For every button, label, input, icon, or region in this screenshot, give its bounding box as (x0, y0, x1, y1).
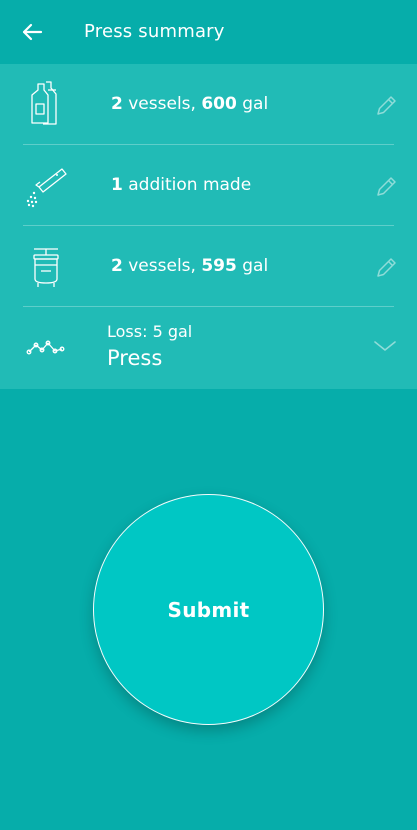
vessels-label: vessels, (122, 94, 202, 114)
press-unit: gal (236, 256, 269, 276)
pencil-icon (377, 96, 396, 115)
press-count: 2 (111, 256, 123, 276)
edit-additions-button[interactable] (370, 169, 404, 203)
vessels-summary-text: 2 vessels, 600 gal (111, 93, 268, 115)
chevron-down-icon (374, 341, 396, 351)
list-item-loss[interactable]: Loss: 5 gal Press (0, 307, 417, 389)
vessels-icon (31, 81, 57, 125)
additions-label: addition made (122, 175, 252, 195)
press-amount: 595 (201, 256, 237, 276)
addition-icon (26, 168, 67, 208)
submit-button[interactable]: Submit (93, 494, 324, 725)
vessels-count: 2 (111, 94, 123, 114)
list-item-vessels: 2 vessels, 600 gal (0, 64, 417, 145)
edit-press-button[interactable] (370, 250, 404, 284)
press-icon (33, 248, 59, 287)
press-label: vessels, (122, 256, 202, 276)
list-item-press: 2 vessels, 595 gal (0, 226, 417, 307)
row-icon-wrapper (22, 161, 70, 209)
line-graph-icon (26, 340, 65, 355)
app-header: Press summary (0, 0, 417, 64)
page-title: Press summary (84, 21, 225, 42)
expand-button[interactable] (368, 331, 402, 361)
back-button[interactable] (14, 16, 50, 48)
additions-summary-text: 1 addition made (111, 174, 251, 196)
arrow-left-icon (22, 23, 43, 41)
row-icon-wrapper (22, 243, 70, 291)
loss-title: Press (107, 346, 163, 370)
pencil-icon (377, 258, 396, 277)
list-item-additions: 1 addition made (0, 145, 417, 226)
row-icon-wrapper (22, 80, 70, 128)
row-icon-wrapper (22, 324, 70, 372)
vessels-amount: 600 (201, 94, 237, 114)
additions-count: 1 (111, 175, 123, 195)
summary-list: 2 vessels, 600 gal 1 addition made 2 ves… (0, 64, 417, 389)
press-summary-text: 2 vessels, 595 gal (111, 255, 268, 277)
loss-label: Loss: 5 gal (107, 322, 193, 341)
vessels-unit: gal (236, 94, 269, 114)
edit-vessels-button[interactable] (370, 88, 404, 122)
pencil-icon (377, 177, 396, 196)
